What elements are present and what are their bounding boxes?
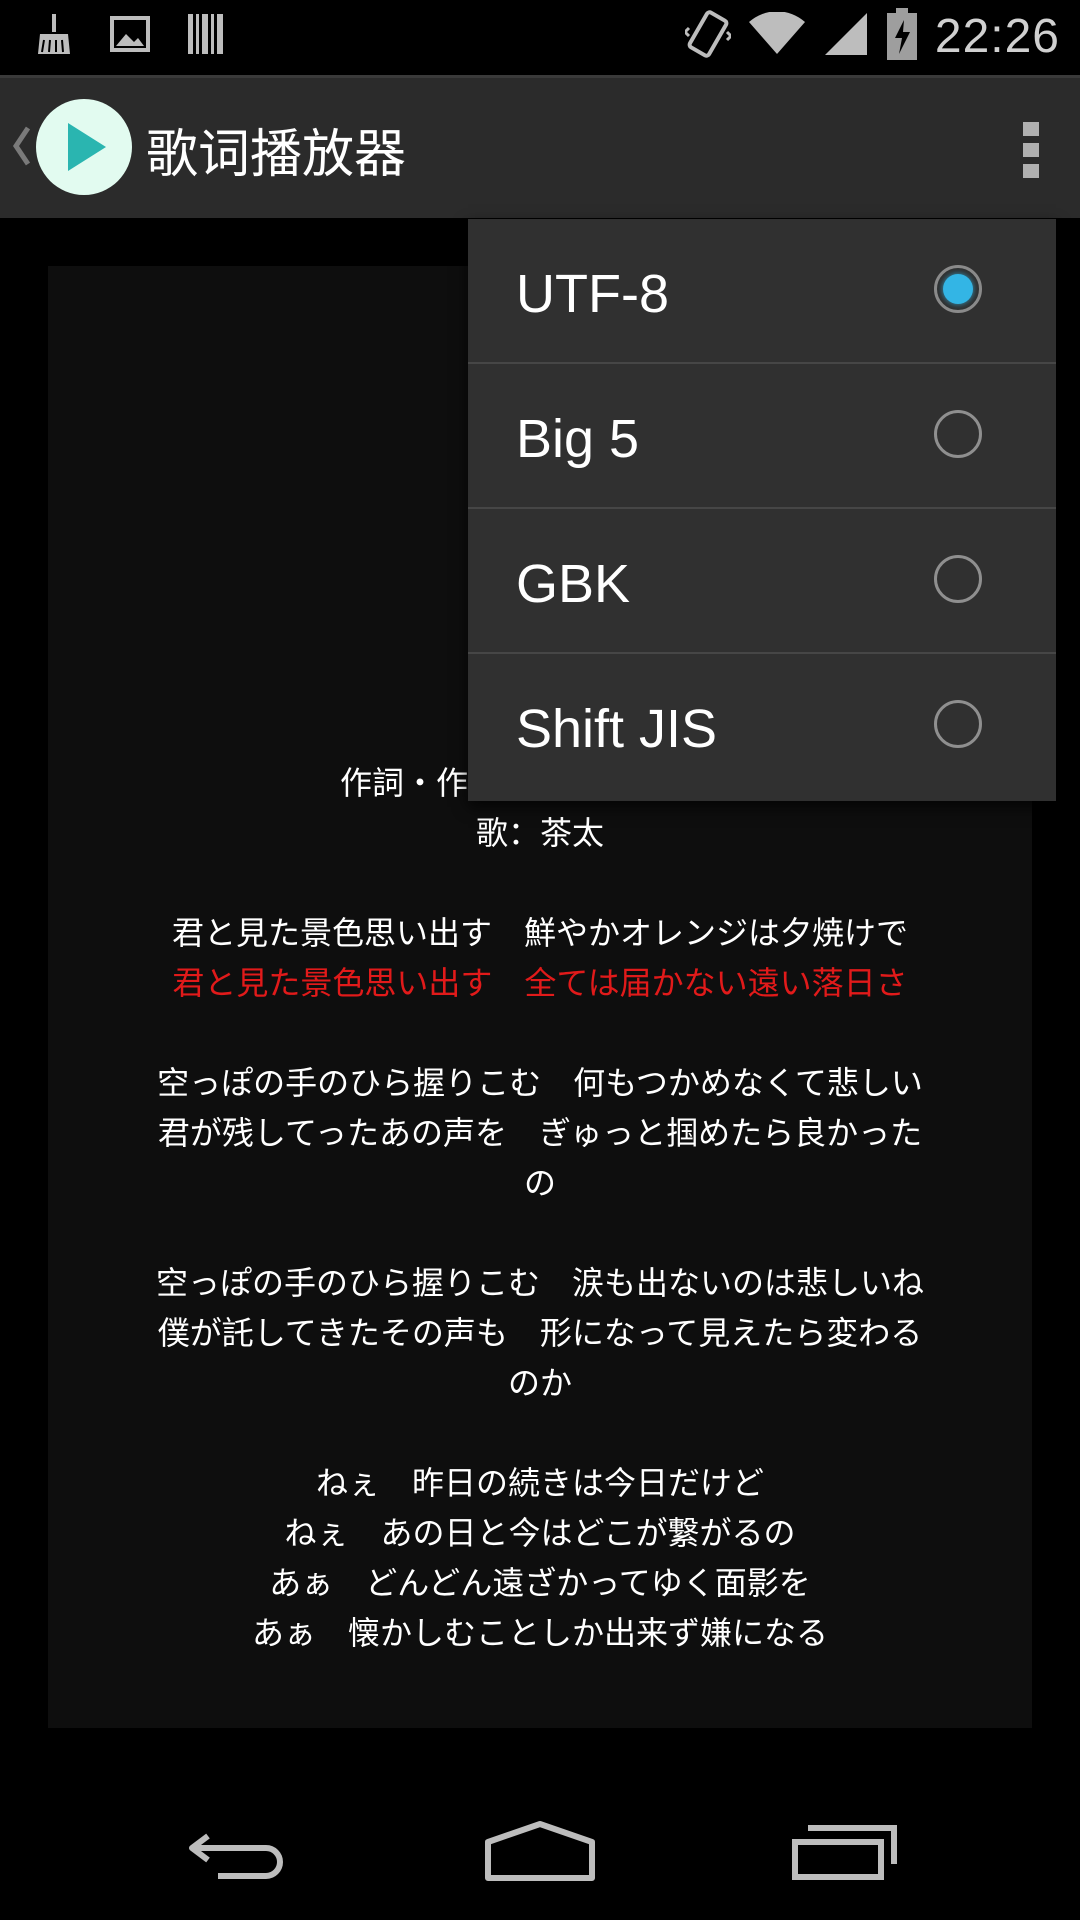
lyric-line: あぁ どんどん遠ざかってゆく面影を	[269, 1564, 811, 1602]
overflow-menu-button[interactable]	[1016, 116, 1046, 184]
image-icon	[110, 14, 150, 58]
overflow-menu-icon	[1023, 122, 1039, 178]
action-bar: 歌词播放器	[0, 75, 1080, 218]
lyric-line: 空っぽの手のひら握りこむ 何もつかめなくて悲しい	[157, 1064, 923, 1102]
play-icon	[68, 123, 106, 171]
battery-charging-icon	[886, 8, 917, 64]
radio-checked-icon[interactable]	[934, 265, 982, 313]
back-icon[interactable]	[188, 1826, 292, 1886]
lyric-line: 空っぽの手のひら握りこむ 涙も出ないのは悲しいね	[155, 1264, 924, 1302]
radio-unchecked-icon[interactable]	[934, 410, 982, 458]
up-caret-icon[interactable]	[10, 124, 32, 172]
radio-unchecked-icon[interactable]	[934, 555, 982, 603]
status-bar: 22:26	[0, 0, 1080, 75]
signal-icon	[823, 11, 869, 61]
cleaner-icon	[34, 12, 74, 60]
app-logo[interactable]	[36, 99, 132, 195]
home-icon[interactable]	[484, 1820, 596, 1886]
clock: 22:26	[934, 9, 1060, 63]
lyric-line: あぁ 懐かしむことしか出来ず嫌になる	[251, 1614, 828, 1652]
barcode-icon	[186, 12, 226, 60]
encoding-option-label: Big 5	[516, 409, 640, 469]
lyric-line: 僕が託してきたその声も 形になって見えたら変わる	[157, 1314, 923, 1352]
lyric-line-current: 君と見た景色思い出す 全ては届かない遠い落日さ	[172, 964, 908, 1002]
lyric-line: の	[523, 1164, 556, 1202]
encoding-option-label: Shift JIS	[516, 699, 718, 759]
wifi-icon	[748, 11, 805, 60]
lyrics-text: 作詞・作曲 歌：茶太 君と見た景色思い出す 鮮やかオレンジは夕焼けで 君と見た景…	[48, 758, 1032, 1658]
recents-icon[interactable]	[792, 1824, 898, 1884]
encoding-option-gbk[interactable]: GBK	[468, 509, 1056, 654]
lyrics-singer: 歌：茶太	[475, 814, 604, 852]
lyric-line: 君が残してったあの声を ぎゅっと掴めたら良かった	[157, 1114, 923, 1152]
lyric-line: 君と見た景色思い出す 鮮やかオレンジは夕焼けで	[171, 914, 908, 952]
lyric-line: のか	[507, 1364, 572, 1402]
encoding-option-label: GBK	[516, 554, 631, 614]
encoding-menu: UTF-8 Big 5 GBK Shift JIS	[468, 219, 1056, 801]
encoding-option-shift-jis[interactable]: Shift JIS	[468, 654, 1056, 799]
vibrate-icon	[682, 8, 733, 64]
navigation-bar	[0, 1776, 1080, 1920]
radio-unchecked-icon[interactable]	[934, 700, 982, 748]
lyric-line: ねぇ 昨日の続きは今日だけど	[315, 1464, 764, 1502]
encoding-option-big5[interactable]: Big 5	[468, 364, 1056, 509]
encoding-option-label: UTF-8	[516, 264, 669, 324]
lyric-line: ねぇ あの日と今はどこが繋がるの	[284, 1514, 796, 1552]
encoding-option-utf8[interactable]: UTF-8	[468, 219, 1056, 364]
app-title: 歌词播放器	[146, 125, 407, 185]
